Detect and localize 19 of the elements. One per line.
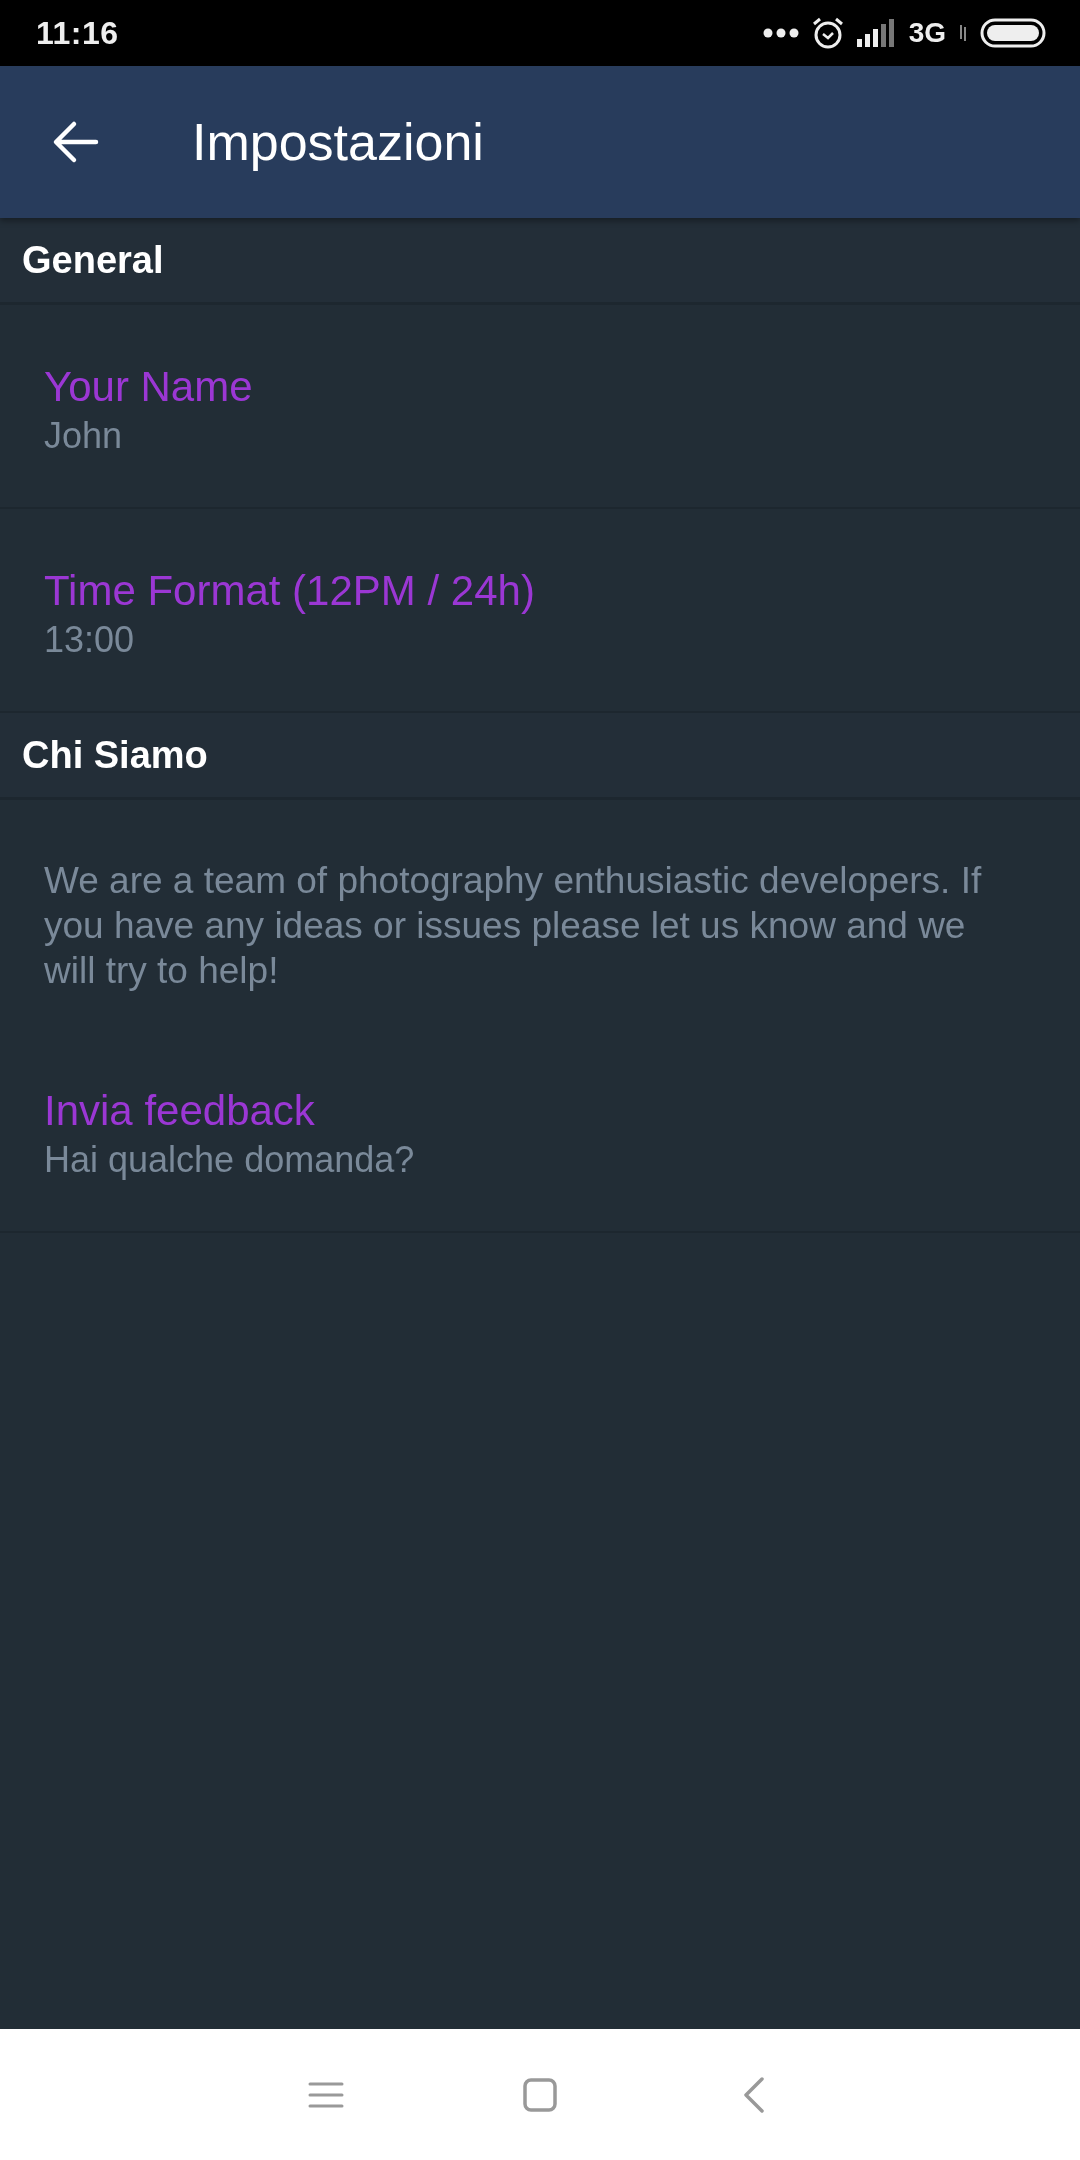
section-title: General	[22, 238, 164, 282]
battery-icon	[980, 18, 1046, 48]
preference-title: Time Format (12PM / 24h)	[44, 566, 536, 616]
section-title: Chi Siamo	[22, 733, 208, 777]
screen-title: Impostazioni	[192, 112, 484, 172]
preference-title: Your Name	[44, 362, 254, 412]
about-text: We are a team of photography enthusiastic developers. If you have any ideas or issues please let us know and we will try to help!	[43, 859, 983, 993]
status-time: 11:16	[36, 14, 119, 52]
signal-icon	[856, 19, 897, 47]
preference-item[interactable]: Your Name John	[0, 305, 1080, 509]
preference-summary: Hai qualche domanda?	[44, 1138, 416, 1182]
preference-summary: 13:00	[44, 618, 136, 662]
network-type: 3G	[908, 17, 946, 49]
data-arrows-icon	[958, 25, 968, 41]
alarm-clock-icon	[810, 16, 845, 50]
preference-item[interactable]: Invia feedback Hai qualche domanda?	[0, 1029, 1080, 1233]
preference-title: Invia feedback	[44, 1086, 316, 1136]
more-dots-icon	[762, 28, 799, 38]
preference-summary: John	[44, 414, 124, 458]
